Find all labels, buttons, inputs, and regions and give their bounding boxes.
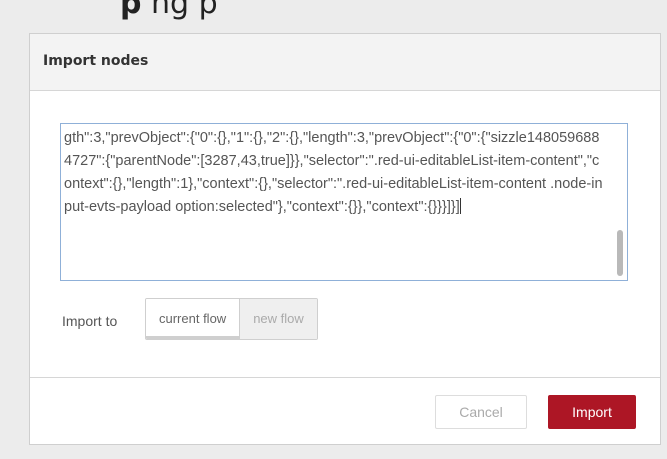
- import-json-text[interactable]: gth":3,"prevObject":{"0":{},"1":{},"2":{…: [61, 124, 611, 280]
- import-to-label: Import to: [62, 313, 118, 329]
- footer-divider: [30, 377, 660, 378]
- textarea-scrollbar-thumb[interactable]: [617, 230, 623, 276]
- import-nodes-dialog: Import nodes gth":3,"prevObject":{"0":{}…: [29, 33, 661, 445]
- import-button[interactable]: Import: [548, 395, 636, 429]
- import-json-content: gth":3,"prevObject":{"0":{},"1":{},"2":{…: [64, 130, 603, 215]
- dialog-header: Import nodes: [30, 34, 660, 91]
- text-caret: [459, 198, 461, 214]
- background-heading-bold: p: [120, 0, 142, 21]
- dialog-title: Import nodes: [43, 53, 149, 69]
- background-heading-rest: ng p: [141, 0, 218, 21]
- new-flow-button[interactable]: new flow: [239, 299, 317, 339]
- current-flow-button[interactable]: current flow: [146, 299, 240, 339]
- textarea-scrollbar[interactable]: [613, 126, 625, 278]
- background-heading-fragment: p ng p: [120, 0, 218, 21]
- import-target-toggle: current flow new flow: [145, 298, 318, 340]
- cancel-button[interactable]: Cancel: [435, 395, 527, 429]
- import-json-textarea[interactable]: gth":3,"prevObject":{"0":{},"1":{},"2":{…: [60, 123, 628, 281]
